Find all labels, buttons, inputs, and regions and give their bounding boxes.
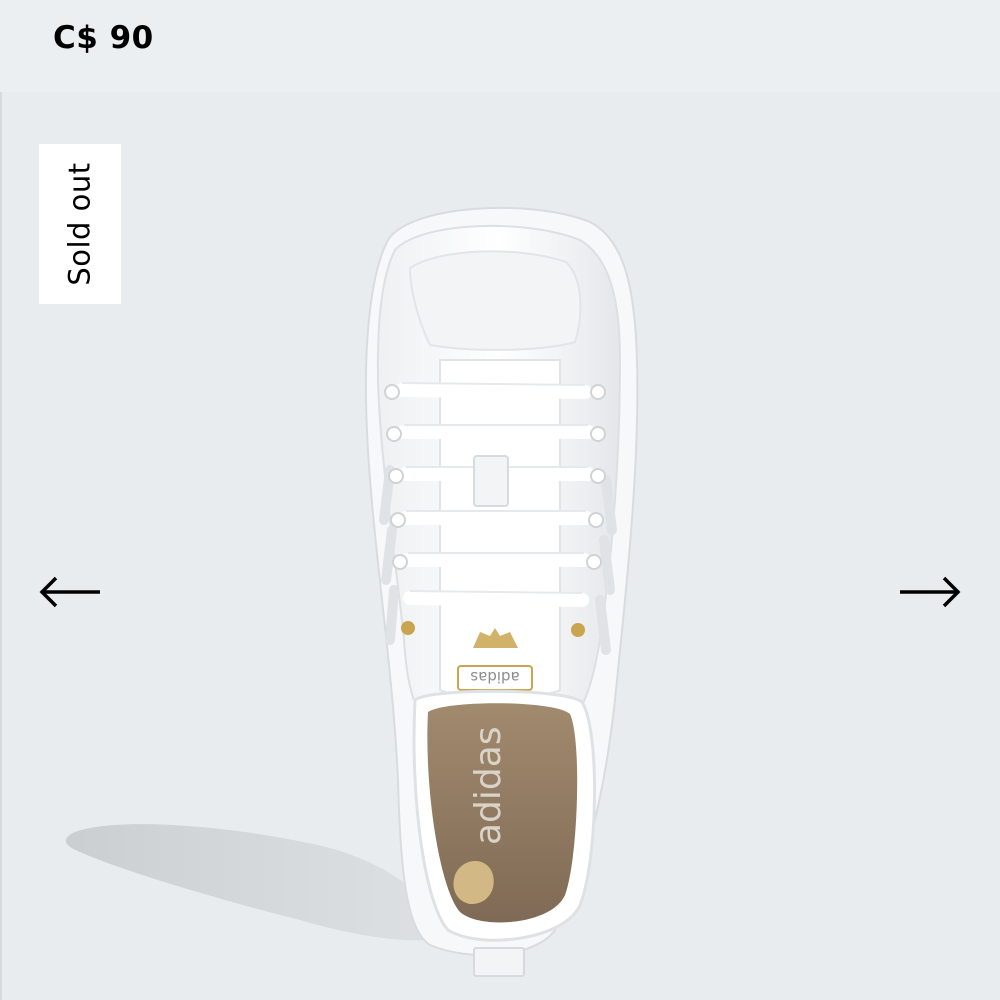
product-price: C$ 90 <box>53 20 154 56</box>
previous-image-button[interactable] <box>38 566 102 618</box>
next-image-button[interactable] <box>898 566 962 618</box>
sold-out-label: Sold out <box>63 162 98 286</box>
gallery-divider <box>0 92 2 1000</box>
arrow-right-icon <box>900 576 961 608</box>
sold-out-badge: Sold out <box>39 144 121 304</box>
price-bar: C$ 90 <box>0 0 1000 92</box>
product-image-gallery[interactable] <box>0 92 1000 1000</box>
arrow-left-icon <box>39 576 100 608</box>
